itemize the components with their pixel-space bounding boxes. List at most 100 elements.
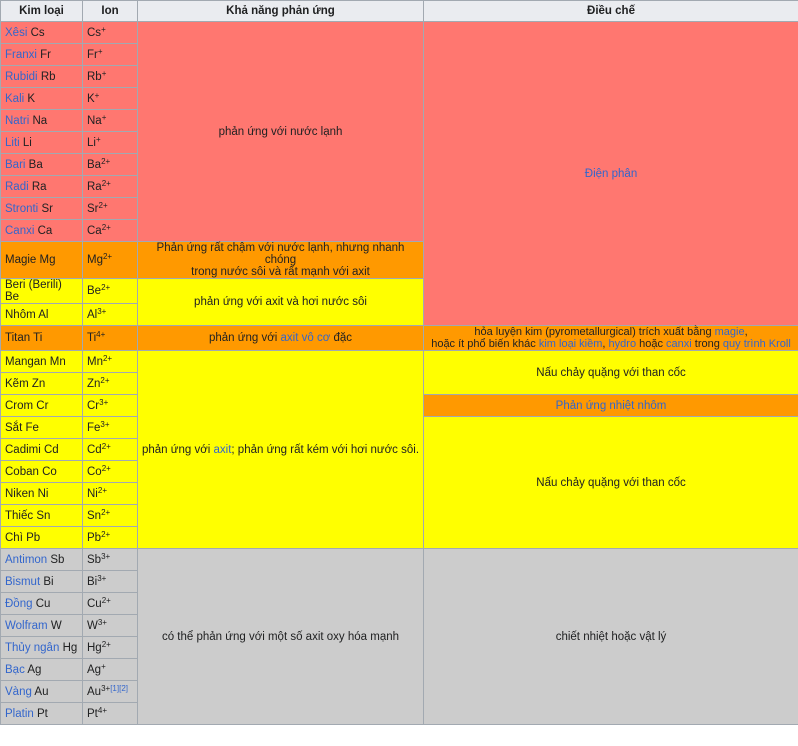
ion-charge: 3+ <box>101 683 111 693</box>
reactivity-text: trong nước sôi và rất mạnh với axit <box>191 266 370 278</box>
ion-base: Ag <box>87 663 102 676</box>
ion-charge: 3+ <box>99 397 109 407</box>
metal-link[interactable]: Canxi <box>5 225 34 237</box>
metal-link[interactable]: Wolfram <box>5 620 48 632</box>
extraction-text: hỏa luyện kim (pyrometallurgical) trích … <box>474 326 715 338</box>
metal-name: Titan Ti <box>5 332 43 344</box>
metal-name: Nhôm Al <box>5 308 49 321</box>
ion-cell: Au3+[1][2] <box>82 680 138 703</box>
reactivity-text: phản ứng với <box>209 332 281 344</box>
metal-symbol: Rb <box>40 70 56 83</box>
electrolysis-link[interactable]: Điện phân <box>585 168 637 180</box>
extraction-text: chiết nhiệt hoặc vật lý <box>555 630 667 643</box>
ion-charge: + <box>101 112 107 122</box>
metal-link[interactable]: Antimon <box>5 554 47 566</box>
acid-link[interactable]: axit <box>214 444 232 456</box>
metal-link[interactable]: Franxi <box>5 49 37 61</box>
ion-cell: Fr+ <box>82 43 138 66</box>
header-ion: Ion <box>82 0 138 22</box>
metal-link[interactable]: Liti <box>5 137 20 149</box>
calcium-link[interactable]: canxi <box>666 338 692 350</box>
ion-charge: 2+ <box>101 507 111 517</box>
metal-link[interactable]: Kali <box>5 93 24 105</box>
ion-charge: 3+ <box>97 306 107 316</box>
acid-link[interactable]: axit vô cơ <box>281 332 331 344</box>
ion-cell: Cu2+ <box>82 592 138 615</box>
extraction-cell: Phản ứng nhiệt nhôm <box>423 394 798 417</box>
metal-cell: Nhôm Al <box>0 303 83 326</box>
reactivity-text: phản ứng với nước lạnh <box>218 125 343 138</box>
table-row: Titan Ti Ti4+ phản ứng với axit vô cơ đặc h… <box>0 325 798 351</box>
metal-cell: Kẽm Zn <box>0 372 83 395</box>
metal-symbol: Au <box>34 685 49 698</box>
metal-symbol: Ra <box>31 180 47 193</box>
metal-name: Cadimi Cd <box>5 443 59 456</box>
metal-name: Coban Co <box>5 465 57 478</box>
metal-link[interactable]: Vàng <box>5 686 32 698</box>
ion-cell: Ba2+ <box>82 153 138 176</box>
metal-cell: Radi Ra <box>0 175 83 198</box>
ion-charge: 2+ <box>97 485 107 495</box>
ion-charge: + <box>101 24 106 34</box>
ion-charge: + <box>101 661 106 671</box>
metal-symbol: Sb <box>50 553 65 566</box>
ion-charge: 2+ <box>101 156 111 166</box>
ion-base: Bi <box>87 575 98 588</box>
metal-link[interactable]: Xêsi <box>5 27 27 39</box>
metal-name: Kẽm Zn <box>5 377 46 390</box>
table-row: Xêsi Cs Cs+ phản ứng với nước lạnh Điện phâ… <box>0 21 798 326</box>
extraction-text: hoặc ít phổ biến khác <box>431 338 539 350</box>
reference-link[interactable]: [1][2] <box>110 684 128 693</box>
ion-cell: Al3+ <box>82 303 138 326</box>
ion-charge: 2+ <box>101 178 111 188</box>
metal-link[interactable]: Rubidi <box>5 71 38 83</box>
reactivity-cell: phản ứng với axit và hơi nước sôi <box>137 278 424 326</box>
magnesium-link[interactable]: magie <box>715 326 745 338</box>
metal-symbol: Sr <box>41 202 53 215</box>
metal-symbol: Cs <box>30 26 45 39</box>
metal-link[interactable]: Đồng <box>5 598 33 610</box>
metal-link[interactable]: Thủy ngân <box>5 642 59 654</box>
ion-cell: Cd2+ <box>82 438 138 461</box>
ion-base: Ra <box>87 180 102 193</box>
ion-cell: Sn2+ <box>82 504 138 527</box>
metal-link[interactable]: Platin <box>5 708 34 720</box>
metal-link[interactable]: Stronti <box>5 203 38 215</box>
reactivity-cell: phản ứng với axit; phản ứng rất kém với … <box>137 350 424 549</box>
ion-charge: 3+ <box>97 617 107 627</box>
ion-base: Ca <box>87 224 102 237</box>
ion-cell: Bi3+ <box>82 570 138 593</box>
hydrogen-link[interactable]: hydro <box>609 338 637 350</box>
metal-link[interactable]: Radi <box>5 181 29 193</box>
metal-symbol: Ag <box>27 663 42 676</box>
extraction-text: , <box>744 326 748 338</box>
metal-symbol: W <box>50 619 62 632</box>
reactivity-cell: phản ứng với axit vô cơ đặc <box>137 325 424 351</box>
ion-charge: 3+ <box>101 551 111 561</box>
metal-symbol: K <box>27 92 36 105</box>
ion-base: Cu <box>87 597 102 610</box>
metal-cell: Kali K <box>0 87 83 110</box>
metal-symbol: Fr <box>40 48 52 61</box>
extraction-cell: Điện phân <box>423 21 798 326</box>
kroll-process-link[interactable]: quy trình Kroll <box>723 338 791 350</box>
thermite-link[interactable]: Phản ứng nhiệt nhôm <box>556 400 667 412</box>
ion-cell: K+ <box>82 87 138 110</box>
ion-charge: 3+ <box>100 419 110 429</box>
metal-link[interactable]: Bismut <box>5 576 40 588</box>
ion-charge: 2+ <box>100 375 110 385</box>
metal-link[interactable]: Natri <box>5 115 29 127</box>
ion-charge: 2+ <box>98 200 108 210</box>
extraction-cell: Nấu chảy quặng với than cốc <box>423 416 798 549</box>
extraction-text: Nấu chảy quặng với than cốc <box>536 476 686 489</box>
ion-base: Rb <box>87 70 102 83</box>
metal-link[interactable]: Bạc <box>5 664 25 676</box>
ion-charge: 2+ <box>101 463 111 473</box>
ion-base: K <box>87 92 95 105</box>
alkali-metal-link[interactable]: kim loại kiềm <box>539 338 603 350</box>
reactivity-cell: phản ứng với nước lạnh <box>137 21 424 242</box>
metal-name: Beri (Berili) Be <box>5 279 62 303</box>
ion-charge: 3+ <box>97 573 107 583</box>
ion-base: Cs <box>87 26 102 39</box>
metal-link[interactable]: Bari <box>5 159 25 171</box>
